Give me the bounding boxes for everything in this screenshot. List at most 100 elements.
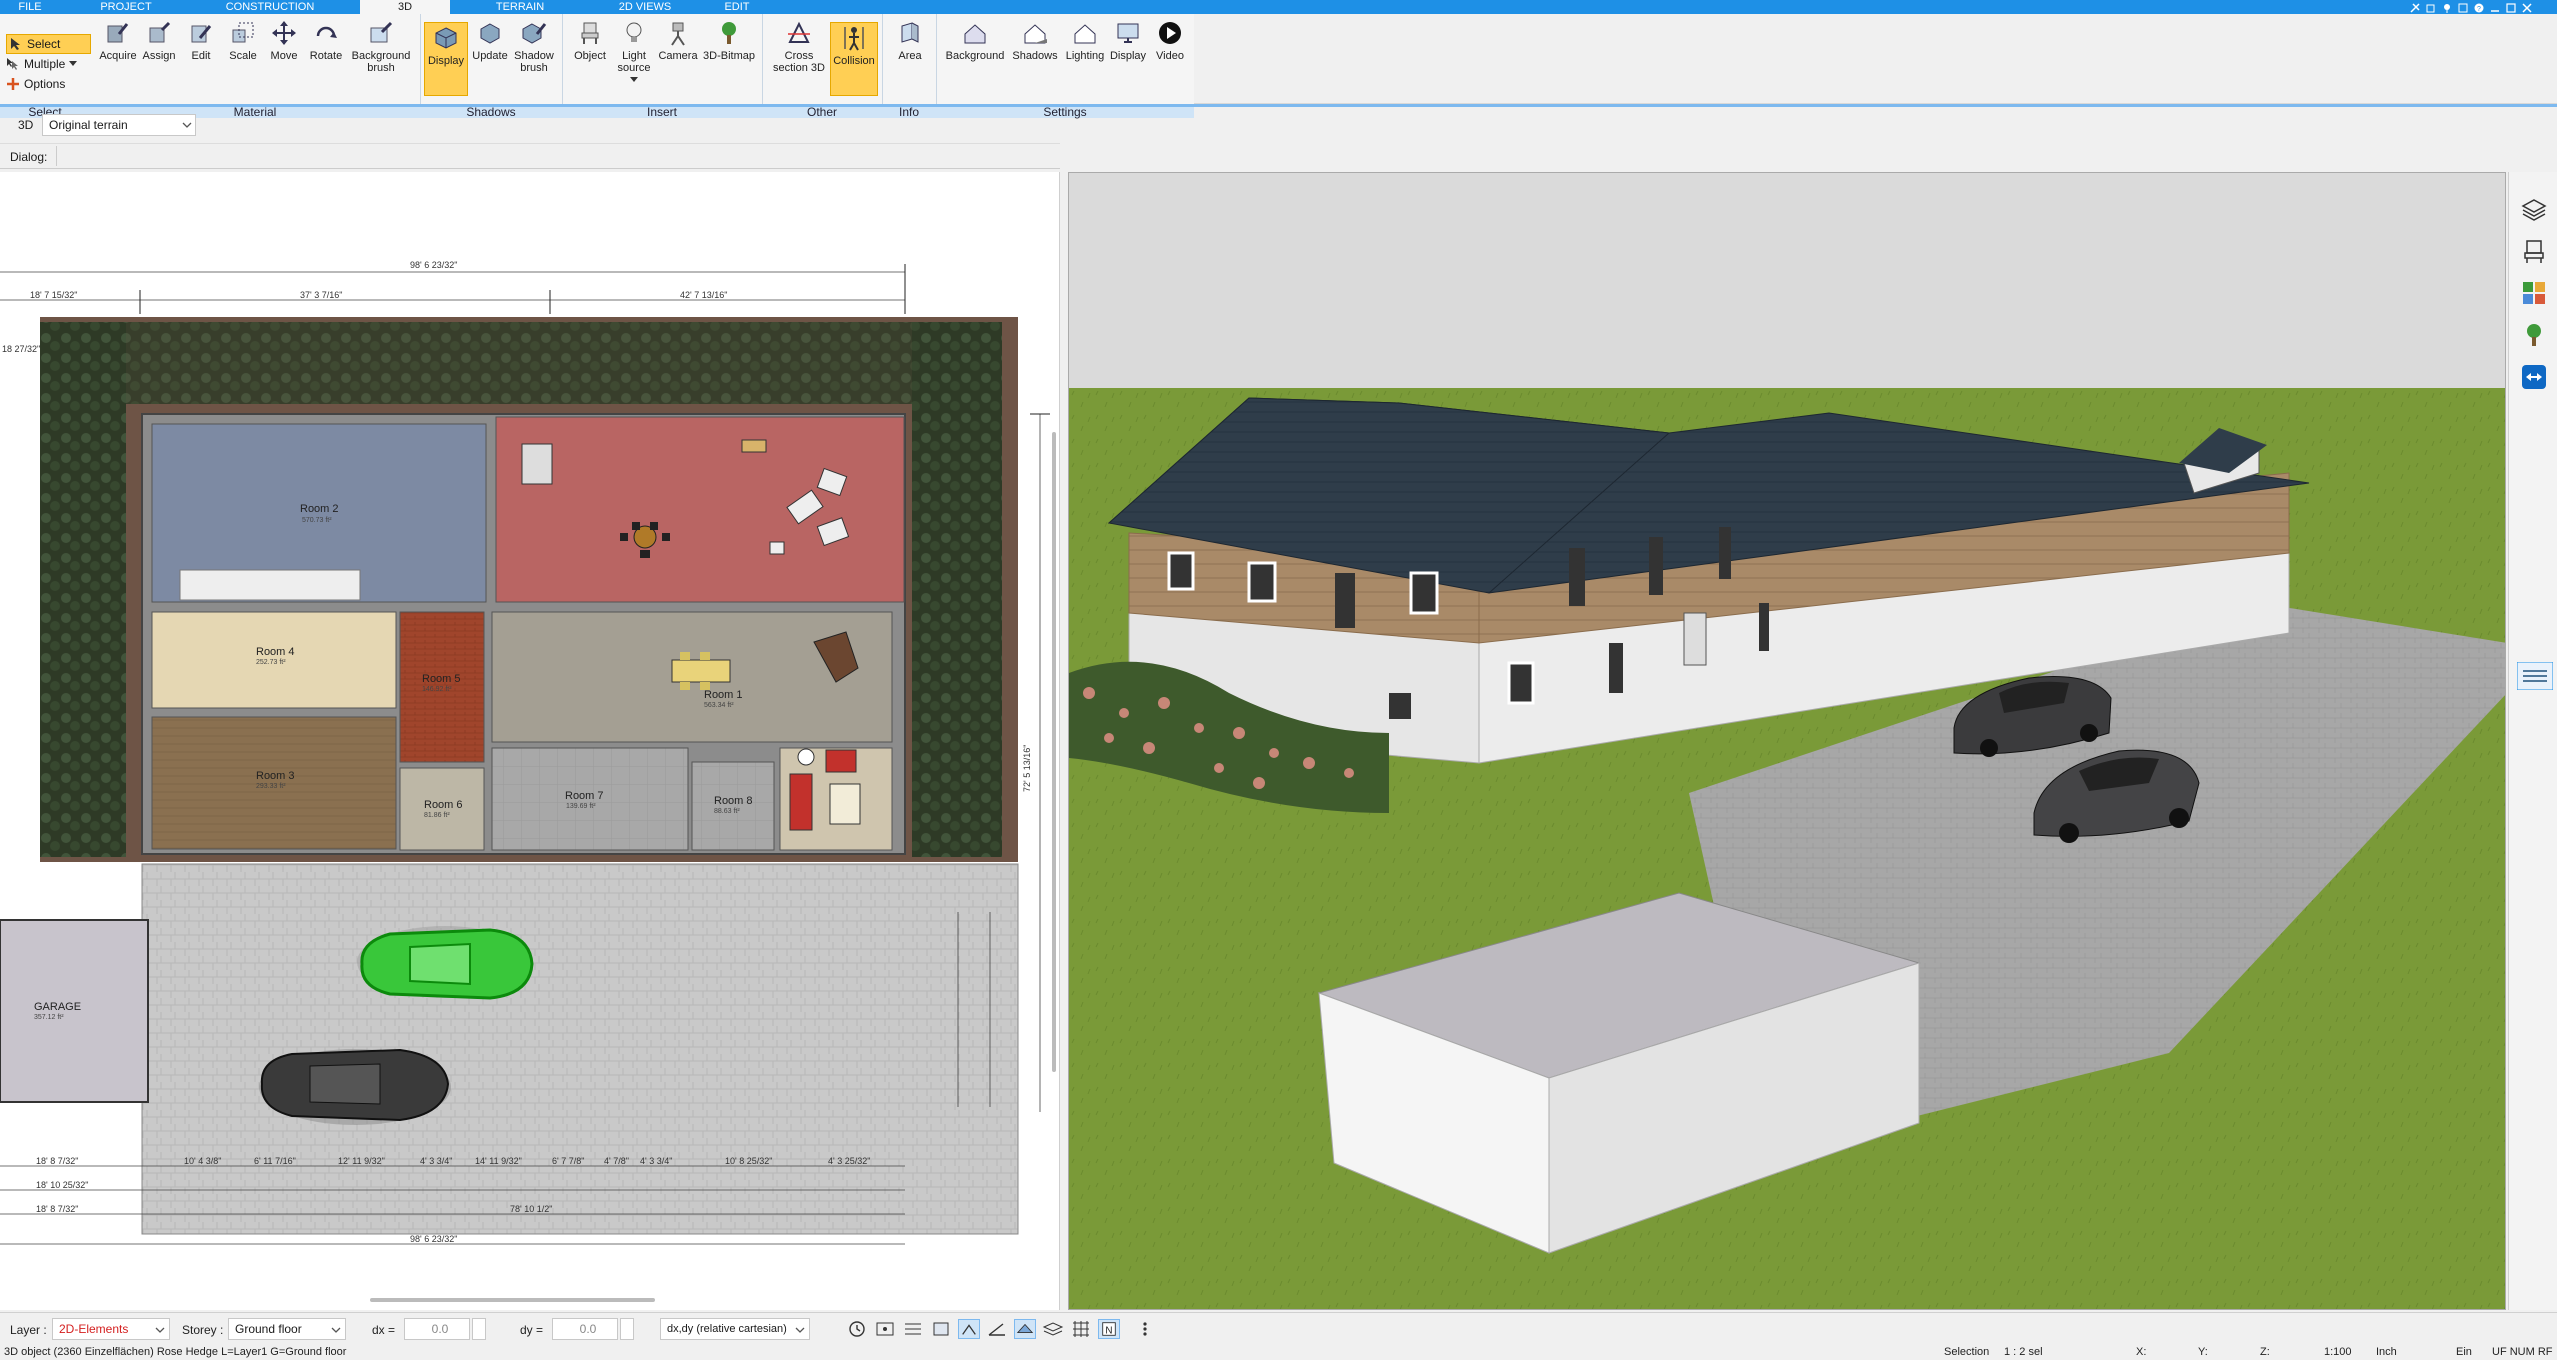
- driveway[interactable]: [141, 863, 1019, 1235]
- dy-input[interactable]: [552, 1318, 618, 1340]
- window[interactable]: [1389, 693, 1411, 719]
- coord-mode-dropdown[interactable]: dx,dy (relative cartesian): [660, 1318, 810, 1340]
- terrain-dropdown[interactable]: Original terrain: [42, 114, 196, 136]
- background-brush-button[interactable]: Background brush: [346, 20, 416, 74]
- clock-icon[interactable]: [846, 1319, 868, 1339]
- hedge-top[interactable]: [42, 322, 982, 404]
- window[interactable]: [1719, 527, 1731, 579]
- dining-table[interactable]: [671, 659, 731, 683]
- select-button[interactable]: Select: [6, 34, 91, 54]
- angle-icon[interactable]: [986, 1319, 1008, 1339]
- tab-2d-views[interactable]: 2D VIEWS: [612, 0, 678, 14]
- terrace[interactable]: [495, 416, 905, 603]
- dx-input[interactable]: [404, 1318, 470, 1340]
- tab-3d[interactable]: 3D: [360, 0, 450, 14]
- layer-dropdown[interactable]: 2D-Elements: [52, 1318, 170, 1340]
- armchair[interactable]: [789, 773, 813, 831]
- layers-icon[interactable]: [2521, 196, 2547, 222]
- info-marker-icon[interactable]: [797, 748, 815, 766]
- edit-material-button[interactable]: Edit: [184, 20, 218, 62]
- tab-terrain[interactable]: TERRAIN: [490, 0, 550, 14]
- front-door[interactable]: [1683, 612, 1707, 666]
- tab-project[interactable]: PROJECT: [96, 0, 156, 14]
- background-settings-button[interactable]: Background: [940, 20, 1010, 62]
- cross-section-3d-button[interactable]: Cross section 3D: [768, 20, 830, 74]
- dy-stepper[interactable]: [620, 1318, 634, 1340]
- sofa[interactable]: [521, 443, 553, 485]
- 3d-render[interactable]: [1069, 173, 2506, 1310]
- area-button[interactable]: Area: [888, 20, 932, 62]
- furniture-chair-icon[interactable]: [2521, 238, 2547, 264]
- storey-dropdown[interactable]: Ground floor: [228, 1318, 346, 1340]
- svg-text:?: ?: [2477, 6, 2481, 13]
- assign-button[interactable]: Assign: [138, 20, 180, 62]
- hedge-right[interactable]: [912, 322, 1002, 857]
- multiple-button[interactable]: Multiple: [6, 54, 91, 74]
- grid-icon[interactable]: [1070, 1319, 1092, 1339]
- lighting-settings-button[interactable]: Lighting: [1060, 20, 1110, 62]
- tab-construction[interactable]: CONSTRUCTION: [220, 0, 320, 14]
- help-icon[interactable]: ?: [2474, 2, 2484, 13]
- staircase[interactable]: [179, 569, 361, 601]
- light-source-button[interactable]: Light source: [612, 20, 656, 86]
- window[interactable]: [1759, 603, 1769, 651]
- snap-icon[interactable]: [874, 1319, 896, 1339]
- window[interactable]: [1569, 548, 1585, 606]
- hedge-left[interactable]: [40, 322, 126, 857]
- side-table[interactable]: [769, 541, 785, 555]
- close-icon[interactable]: [2522, 2, 2532, 13]
- car-black[interactable]: [259, 1048, 451, 1125]
- armchair[interactable]: [825, 749, 857, 773]
- dx-stepper[interactable]: [472, 1318, 486, 1340]
- floor-plan-view[interactable]: 98' 6 23/32" 18' 7 15/32" 37' 3 7/16" 42…: [0, 172, 1060, 1310]
- 3d-view[interactable]: [1068, 172, 2506, 1310]
- rotate-button[interactable]: Rotate: [306, 20, 346, 62]
- window[interactable]: [1167, 551, 1195, 591]
- shadow-brush-button[interactable]: Shadow brush: [510, 20, 558, 74]
- grill[interactable]: [741, 439, 767, 453]
- materials-palette-icon[interactable]: [2521, 280, 2547, 306]
- layers-toggle-icon[interactable]: [1042, 1319, 1064, 1339]
- window[interactable]: [1247, 561, 1277, 603]
- teamviewer-icon[interactable]: [2521, 364, 2547, 390]
- move-button[interactable]: Move: [266, 20, 302, 62]
- more-options-icon[interactable]: [1134, 1319, 1156, 1339]
- tools-icon[interactable]: [2410, 2, 2420, 13]
- update-shadows-button[interactable]: Update: [468, 20, 512, 62]
- restore-icon[interactable]: [2426, 2, 2436, 13]
- object-snap-icon[interactable]: [930, 1319, 952, 1339]
- bed[interactable]: [829, 783, 861, 825]
- maximize-icon[interactable]: [2506, 2, 2516, 13]
- acquire-button[interactable]: Acquire: [94, 20, 142, 62]
- minimize-icon[interactable]: [2490, 2, 2500, 12]
- camera-button[interactable]: Camera: [656, 20, 700, 62]
- plan-horizontal-scrollbar[interactable]: [370, 1298, 655, 1302]
- 3d-bitmap-button[interactable]: 3D-Bitmap: [700, 20, 758, 62]
- north-icon[interactable]: N: [1098, 1319, 1120, 1339]
- tab-edit[interactable]: EDIT: [712, 0, 762, 14]
- window[interactable]: [1507, 661, 1535, 705]
- plan-vertical-scrollbar[interactable]: [1052, 432, 1056, 1072]
- window[interactable]: [1409, 571, 1439, 615]
- floor-plan-canvas[interactable]: 98' 6 23/32" 18' 7 15/32" 37' 3 7/16" 42…: [0, 172, 1060, 1310]
- plants-tree-icon[interactable]: [2521, 322, 2547, 348]
- display-settings-button[interactable]: Display: [1106, 20, 1150, 62]
- video-button[interactable]: Video: [1150, 20, 1190, 62]
- car-selected[interactable]: [357, 926, 534, 1000]
- tab-file[interactable]: FILE: [6, 0, 54, 14]
- grid-snap-icon[interactable]: [902, 1319, 924, 1339]
- parallel-icon[interactable]: [1014, 1319, 1036, 1339]
- window[interactable]: [1335, 573, 1355, 628]
- window[interactable]: [1649, 537, 1663, 595]
- display-shadows-button[interactable]: Display: [424, 22, 468, 96]
- window-icon[interactable]: [2458, 2, 2468, 13]
- insert-object-button[interactable]: Object: [568, 20, 612, 62]
- collision-button[interactable]: Collision: [830, 22, 878, 96]
- ortho-icon[interactable]: [958, 1319, 980, 1339]
- scale-button[interactable]: Scale: [224, 20, 262, 62]
- panel-handle-icon[interactable]: [2517, 662, 2553, 690]
- shadows-settings-button[interactable]: Shadows: [1010, 20, 1060, 62]
- window[interactable]: [1609, 643, 1623, 693]
- pin-icon[interactable]: [2442, 2, 2452, 13]
- options-button[interactable]: Options: [6, 74, 91, 94]
